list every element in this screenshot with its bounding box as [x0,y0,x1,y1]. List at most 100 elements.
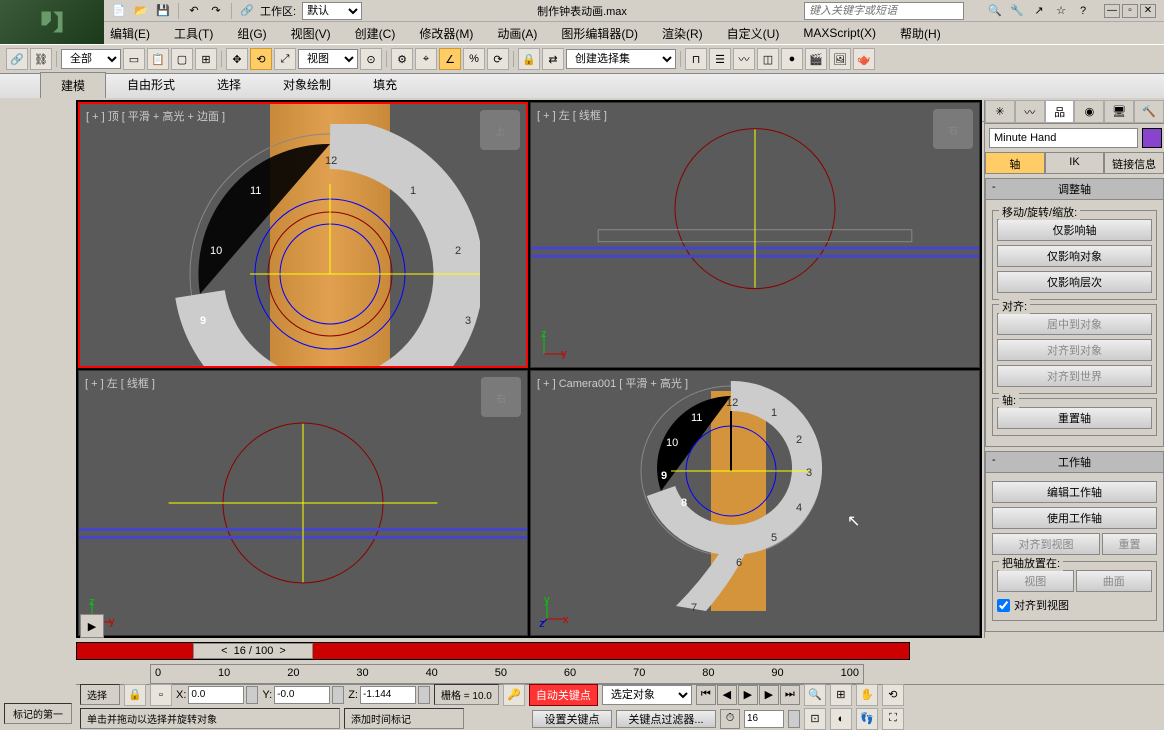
percent-snap-button[interactable]: % [463,48,485,70]
prev-frame-button[interactable]: ◀ [717,685,737,705]
add-time-tag[interactable]: 添加时间标记 [344,708,464,729]
align-to-world-button[interactable]: 对齐到世界 [997,365,1152,387]
z-spinner[interactable] [418,686,430,704]
time-slider[interactable]: < 16 / 100 > [76,638,910,664]
menu-views[interactable]: 视图(V) [291,25,331,42]
utilities-tab[interactable]: 🔨 [1134,100,1164,123]
viewport-top[interactable]: [ + ] 顶 [ 平滑 + 高光 + 边面 ] 上 12 1 2 [78,102,528,368]
schematic-button[interactable]: ◫ [757,48,779,70]
use-wp-button[interactable]: 使用工作轴 [992,507,1157,529]
mirror-button[interactable]: ⇄ [542,48,564,70]
timeslider-toggle[interactable]: ▶ [80,614,104,638]
select-region-button[interactable]: ▢ [171,48,193,70]
menu-grapheditors[interactable]: 图形编辑器(D) [561,25,638,42]
viewport-label[interactable]: [ + ] 左 [ 线框 ] [85,375,155,391]
nav-fov-icon[interactable]: ◐ [830,708,852,730]
new-icon[interactable]: 📄 [110,2,128,20]
object-name-input[interactable] [989,128,1138,148]
y-input[interactable] [274,686,330,704]
render-setup-button[interactable]: 🎬 [805,48,827,70]
next-frame-button[interactable]: ▶ [759,685,779,705]
lock-selection-icon[interactable]: 🔒 [124,684,146,706]
minimize-button[interactable]: — [1104,4,1120,18]
current-frame-input[interactable] [744,710,784,728]
object-color-swatch[interactable] [1142,128,1162,148]
close-button[interactable]: ✕ [1140,4,1156,18]
rollout-working-pivot[interactable]: 工作轴 [985,451,1164,473]
center-to-object-button[interactable]: 居中到对象 [997,313,1152,335]
menu-create[interactable]: 创建(C) [355,25,396,42]
viewport-label[interactable]: [ + ] 顶 [ 平滑 + 高光 + 边面 ] [86,108,225,124]
curve-editor-button[interactable]: 〰 [733,48,755,70]
x-input[interactable] [188,686,244,704]
affect-object-button[interactable]: 仅影响对象 [997,245,1152,267]
rollout-adjust-pivot[interactable]: 调整轴 [985,178,1164,200]
arrow-icon[interactable]: ↗ [1030,2,1048,20]
reset-pivot-button[interactable]: 重置轴 [997,407,1152,429]
goto-start-button[interactable]: ⏮ [696,685,716,705]
link-button[interactable]: 🔗 [6,48,28,70]
z-input[interactable] [360,686,416,704]
redo-icon[interactable]: ↷ [207,2,225,20]
window-crossing-button[interactable]: ⊞ [195,48,217,70]
view-button[interactable]: 视图 [997,570,1074,592]
time-ruler[interactable]: 0 10 20 30 40 50 60 70 80 90 100 [150,664,864,684]
menu-edit[interactable]: 编辑(E) [110,25,150,42]
nav-orbit-icon[interactable]: ⟲ [882,684,904,706]
render-button[interactable]: 🫖 [853,48,875,70]
ref-coord-dropdown[interactable]: 视图 [298,49,358,69]
align-button[interactable]: ⊓ [685,48,707,70]
align-to-view-checkbox[interactable] [997,599,1010,612]
create-tab[interactable]: ✳ [985,100,1015,123]
unlink-button[interactable]: ⛓ [30,48,52,70]
nav-zoomext-icon[interactable]: ⊡ [804,708,826,730]
linkinfo-tab[interactable]: 链接信息 [1104,152,1164,174]
nav-walk-icon[interactable]: 👣 [856,708,878,730]
key-mode-icon[interactable]: 🔑 [503,684,525,706]
layers-button[interactable]: ☰ [709,48,731,70]
viewport-camera[interactable]: [ + ] Camera001 [ 平滑 + 高光 ] 12 1 2 3 4 5… [530,370,980,636]
ribbon-tab-modeling[interactable]: 建模 [40,72,106,98]
save-icon[interactable]: 💾 [154,2,172,20]
pivot-center-button[interactable]: ⊙ [360,48,382,70]
move-button[interactable]: ✥ [226,48,248,70]
reset-button[interactable]: 重置 [1102,533,1157,555]
workspace-dropdown[interactable]: 默认 [302,2,362,20]
menu-animation[interactable]: 动画(A) [497,25,537,42]
key-target-dropdown[interactable]: 选定对象 [602,685,692,705]
angle-snap-button[interactable]: ∠ [439,48,461,70]
viewport-left-2[interactable]: [ + ] 左 [ 线框 ] 右 zy [78,370,528,636]
snap-button[interactable]: ⌖ [415,48,437,70]
material-button[interactable]: ● [781,48,803,70]
time-slider-thumb[interactable]: < 16 / 100 > [193,643,313,659]
nav-zoomall-icon[interactable]: ⊞ [830,684,852,706]
viewport-label[interactable]: [ + ] Camera001 [ 平滑 + 高光 ] [537,375,688,391]
menu-group[interactable]: 组(G) [237,25,266,42]
menu-help[interactable]: 帮助(H) [900,25,941,42]
select-button[interactable]: ▭ [123,48,145,70]
hierarchy-tab[interactable]: 品 [1045,100,1075,123]
render-frame-button[interactable]: 🖼 [829,48,851,70]
align-to-view-button[interactable]: 对齐到视图 [992,533,1100,555]
ribbon-tab-selection[interactable]: 选择 [196,71,262,98]
open-icon[interactable]: 📂 [132,2,150,20]
menu-rendering[interactable]: 渲染(R) [662,25,703,42]
menu-maxscript[interactable]: MAXScript(X) [803,26,876,40]
selection-lock-button[interactable]: 🔒 [518,48,540,70]
frame-spinner[interactable] [788,710,800,728]
time-config-icon[interactable]: ⏱ [720,709,740,729]
menu-tools[interactable]: 工具(T) [174,25,213,42]
goto-end-button[interactable]: ⏭ [780,685,800,705]
menu-modifiers[interactable]: 修改器(M) [419,25,473,42]
rotate-button[interactable]: ⟲ [250,48,272,70]
ribbon-tab-paint[interactable]: 对象绘制 [262,71,352,98]
affect-pivot-button[interactable]: 仅影响轴 [997,219,1152,241]
ribbon-tab-freeform[interactable]: 自由形式 [106,71,196,98]
y-spinner[interactable] [332,686,344,704]
viewport-label[interactable]: [ + ] 左 [ 线框 ] [537,107,607,123]
nav-pan-icon[interactable]: ✋ [856,684,878,706]
setkey-button[interactable]: 设置关键点 [532,710,612,728]
scale-button[interactable]: ⤢ [274,48,296,70]
surface-button[interactable]: 曲面 [1076,570,1153,592]
ribbon-tab-populate[interactable]: 填充 [352,71,418,98]
